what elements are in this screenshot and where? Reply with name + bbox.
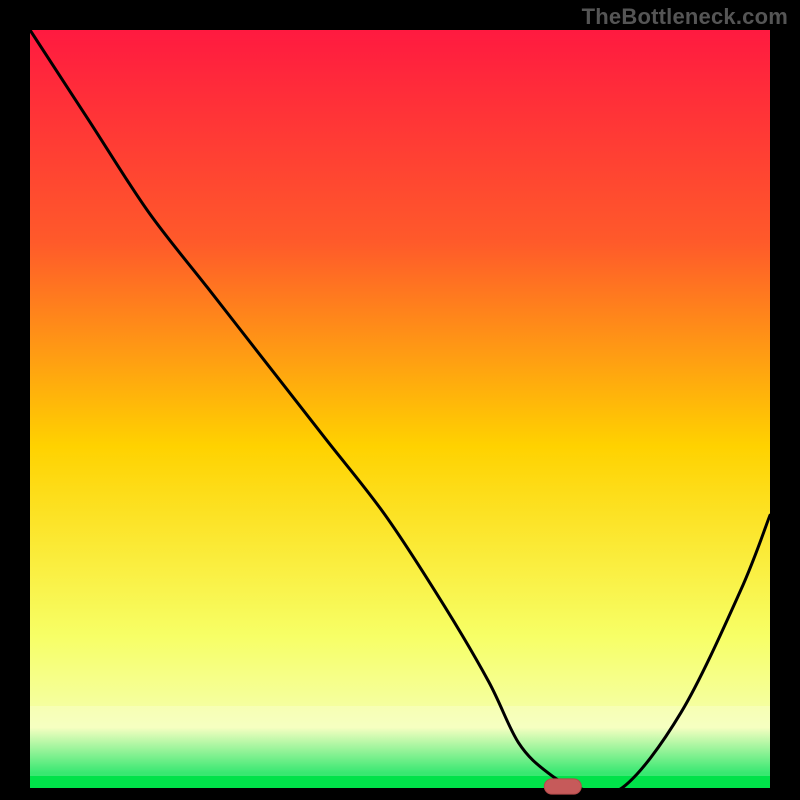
chart-svg	[0, 0, 800, 800]
chart-frame	[0, 0, 800, 800]
pale-band	[30, 706, 770, 776]
green-baseline	[30, 776, 770, 788]
watermark-label: TheBottleneck.com	[582, 4, 788, 30]
optimum-marker	[544, 779, 581, 794]
gradient-background	[30, 30, 770, 788]
chart-stage: TheBottleneck.com	[0, 0, 800, 800]
